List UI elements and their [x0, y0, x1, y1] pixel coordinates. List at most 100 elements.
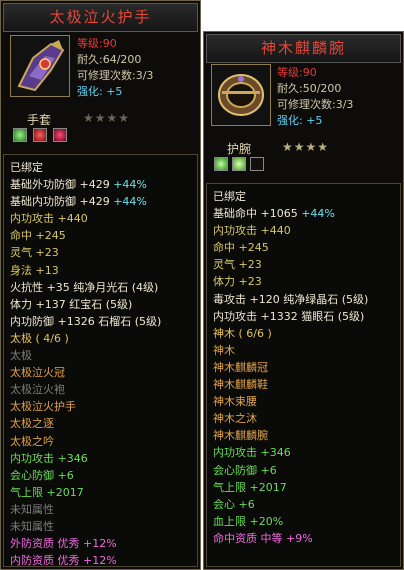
star-rating: ★★★★ [282, 140, 329, 154]
red-gem-icon [33, 128, 47, 142]
attribute-line: 太极之逐 [4, 415, 197, 432]
attribute-text: 会心 +6 [213, 497, 255, 511]
attribute-line: 基础命中 +1065 +44% [207, 205, 400, 222]
item-title: 神木麒麟腕 [206, 34, 401, 63]
attribute-bonus: +44% [301, 207, 335, 221]
item-level: 等级:90 [277, 66, 317, 79]
star-icon: ★ [317, 140, 330, 154]
attribute-text: 太极泣火护手 [10, 400, 76, 414]
attribute-line: 火抗性 +35 纯净月光石 (4级) [4, 279, 197, 296]
attribute-text: 血上限 +20% [213, 514, 284, 528]
item-enhance: 强化: +5 [277, 114, 323, 127]
cat-eye-gem-icon [232, 157, 246, 171]
attribute-line: 神木 ( 6/6 ) [207, 325, 400, 342]
attribute-text: 内功攻击 +346 [10, 451, 88, 465]
attribute-line: 会心防御 +6 [4, 467, 197, 484]
item-type: 手套 [27, 113, 52, 127]
attribute-text: 命中 +245 [213, 241, 269, 255]
attribute-text: 神木束腰 [213, 395, 257, 409]
attribute-text: 毒攻击 +120 纯净绿晶石 (5级) [213, 292, 369, 306]
attribute-text: 未知属性 [10, 502, 54, 516]
attribute-text: 内防资质 优秀 +12% [10, 554, 117, 568]
attribute-line: 灵气 +23 [4, 244, 197, 261]
green-gem-icon [13, 128, 27, 142]
attribute-text: 体力 +23 [213, 275, 262, 289]
gauntlet-item-icon [10, 35, 70, 97]
item-tooltip-left: 太极泣火护手 等级:90 耐久:64/200 可修理次数:3/3 强化: +5 … [0, 0, 201, 570]
attribute-line: 太极泣火冠 [4, 364, 197, 381]
attribute-text: 身法 +13 [10, 263, 59, 277]
star-rating: ★★★★ [83, 111, 130, 125]
attribute-line: 体力 +23 [207, 273, 400, 290]
attribute-text: 灵气 +23 [213, 258, 262, 272]
attribute-text: 内功攻击 +440 [213, 224, 291, 238]
item-repair-count: 可修理次数:3/3 [77, 69, 154, 82]
attribute-line: 内功防御 +1326 石榴石 (5级) [4, 313, 197, 330]
empty-socket-icon [250, 157, 264, 171]
attribute-line: 神木麒麟冠 [207, 359, 400, 376]
attribute-line: 太极 ( 4/6 ) [4, 330, 197, 347]
attribute-text: 神木麒麟腕 [213, 429, 268, 443]
attribute-line: 内功攻击 +1332 猫眼石 (5级) [207, 308, 400, 325]
attribute-text: 基础外功防御 +429 [10, 178, 110, 192]
attribute-text: 神木 ( 6/6 ) [213, 326, 272, 340]
item-title: 太极泣火护手 [3, 3, 198, 32]
attribute-line: 内功攻击 +440 [207, 222, 400, 239]
attribute-text: 内功攻击 +346 [213, 446, 291, 460]
bracer-item-icon [211, 64, 271, 126]
attribute-line: 基础外功防御 +429 +44% [4, 176, 197, 193]
star-icon: ★ [293, 140, 306, 154]
attribute-list: 已绑定 基础外功防御 +429 +44% 基础内功防御 +429 +44% 内功攻击 … [3, 154, 198, 567]
star-icon: ★ [106, 111, 119, 125]
attribute-text: 内功攻击 +440 [10, 212, 88, 226]
attribute-line: 已绑定 [4, 159, 197, 176]
attribute-text: 内功防御 +1326 石榴石 (5级) [10, 314, 162, 328]
attribute-line: 神木之沐 [207, 410, 400, 427]
attribute-text: 已绑定 [213, 190, 246, 203]
attribute-text: 灵气 +23 [10, 246, 59, 260]
item-tooltip-right: 神木麒麟腕 等级:90 耐久:50/200 可修理次数:3/3 强化: +5 护… [203, 31, 404, 570]
attribute-text: 基础命中 +1065 [213, 207, 298, 221]
attribute-line: 神木麒麟鞋 [207, 376, 400, 393]
attribute-text: 太极之吟 [10, 434, 54, 448]
attribute-bonus: +44% [113, 195, 147, 209]
attribute-line: 命中资质 中等 +9% [207, 530, 400, 547]
star-icon: ★ [94, 111, 107, 125]
attribute-line: 内功攻击 +440 [4, 210, 197, 227]
attribute-text: 基础内功防御 +429 [10, 195, 110, 209]
attribute-text: 会心防御 +6 [10, 468, 74, 482]
attribute-line: 命中 +245 [4, 227, 197, 244]
attribute-line: 气上限 +2017 [207, 479, 400, 496]
attribute-text: 太极泣火袍 [10, 383, 65, 397]
attribute-text: 体力 +137 红宝石 (5级) [10, 297, 133, 311]
garnet-gem-icon [53, 128, 67, 142]
attribute-text: 太极泣火冠 [10, 366, 65, 380]
attribute-text: 气上限 +2017 [213, 480, 287, 494]
attribute-line: 内功攻击 +346 [4, 450, 197, 467]
attribute-text: 外防资质 优秀 +12% [10, 537, 117, 551]
green-crystal-icon [214, 157, 228, 171]
attribute-line: 内功攻击 +346 [207, 444, 400, 461]
item-repair-count: 可修理次数:3/3 [277, 98, 354, 111]
attribute-line: 已绑定 [207, 188, 400, 205]
item-durability: 耐久:64/200 [77, 53, 142, 66]
attribute-line: 太极之吟 [4, 433, 197, 450]
item-durability: 耐久:50/200 [277, 82, 342, 95]
attribute-line: 神木 [207, 342, 400, 359]
attribute-line: 命中 +245 [207, 239, 400, 256]
attribute-text: 神木之沐 [213, 412, 257, 426]
attribute-line: 身法 +13 [4, 262, 197, 279]
attribute-line: 未知属性 [4, 518, 197, 535]
attribute-line: 内防资质 优秀 +12% [4, 552, 197, 569]
attribute-text: 气上限 +2017 [10, 485, 84, 499]
star-icon: ★ [282, 140, 294, 154]
attribute-line: 神木束腰 [207, 393, 400, 410]
attribute-text: 神木 [213, 343, 235, 357]
star-icon: ★ [83, 111, 95, 125]
attribute-line: 外防资质 优秀 +12% [4, 535, 197, 552]
attribute-line: 毒攻击 +120 纯净绿晶石 (5级) [207, 291, 400, 308]
attribute-text: 未知属性 [10, 519, 54, 533]
attribute-line: 太极泣火袍 [4, 381, 197, 398]
attribute-line: 体力 +137 红宝石 (5级) [4, 296, 197, 313]
attribute-text: 命中资质 中等 +9% [213, 531, 313, 545]
